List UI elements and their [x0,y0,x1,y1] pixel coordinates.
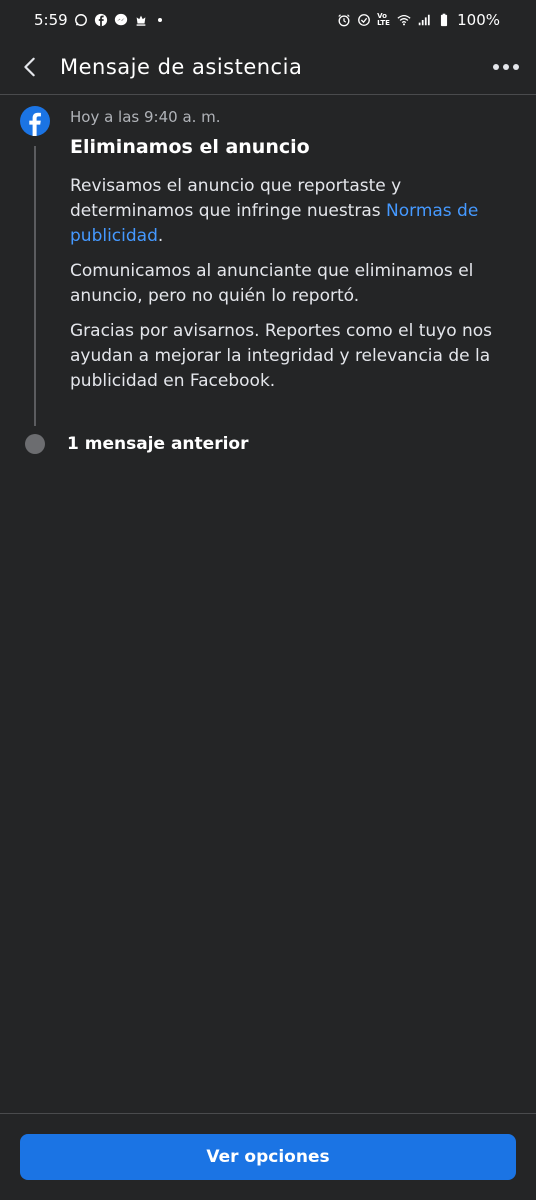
chess-icon [134,13,148,27]
see-options-button[interactable]: Ver opciones [20,1134,516,1180]
status-left: 5:59 [34,11,162,29]
facebook-logo-icon [20,106,50,136]
footer-divider [0,1113,536,1114]
app-header: Mensaje de asistencia [0,40,536,95]
paragraph-1-text: Revisamos el anuncio que reportaste y de… [70,176,402,221]
sync-icon [357,13,371,27]
messenger-icon [114,13,128,27]
battery-icon [437,13,451,27]
message-paragraph-3: Gracias por avisarnos. Reportes como el … [70,321,493,391]
message-timestamp: Hoy a las 9:40 a. m. [70,108,221,126]
message-paragraph-2: Comunicamos al anunciante que eliminamos… [70,261,474,306]
more-dot-icon [513,64,519,70]
previous-message-dot-icon [25,434,45,454]
more-dot-icon [503,64,509,70]
back-button[interactable] [0,40,60,95]
wifi-icon [397,13,411,27]
message-title: Eliminamos el anuncio [70,136,310,158]
volte-icon: Vo LTE [377,12,390,27]
message-paragraph-1: Revisamos el anuncio que reportaste y de… [70,174,510,249]
status-right: Vo LTE 100% [337,11,500,29]
facebook-icon [94,13,108,27]
paragraph-1-end: . [157,226,164,246]
notification-dot-icon [157,18,162,22]
signal-icon [417,13,431,27]
back-arrow-icon [24,57,35,77]
alarm-icon [337,13,351,27]
previous-messages-link[interactable]: 1 mensaje anterior [67,432,248,456]
message-body: Hoy a las 9:40 a. m. Eliminamos el anunc… [70,106,510,394]
more-options-button[interactable] [476,40,536,95]
more-dot-icon [493,64,499,70]
page-title: Mensaje de asistencia [60,55,303,79]
battery-level: 100% [457,11,500,29]
timeline-line [34,146,36,426]
whatsapp-icon [74,13,88,27]
status-time: 5:59 [34,11,68,29]
status-bar: 5:59 Vo LTE 100% [0,0,536,40]
